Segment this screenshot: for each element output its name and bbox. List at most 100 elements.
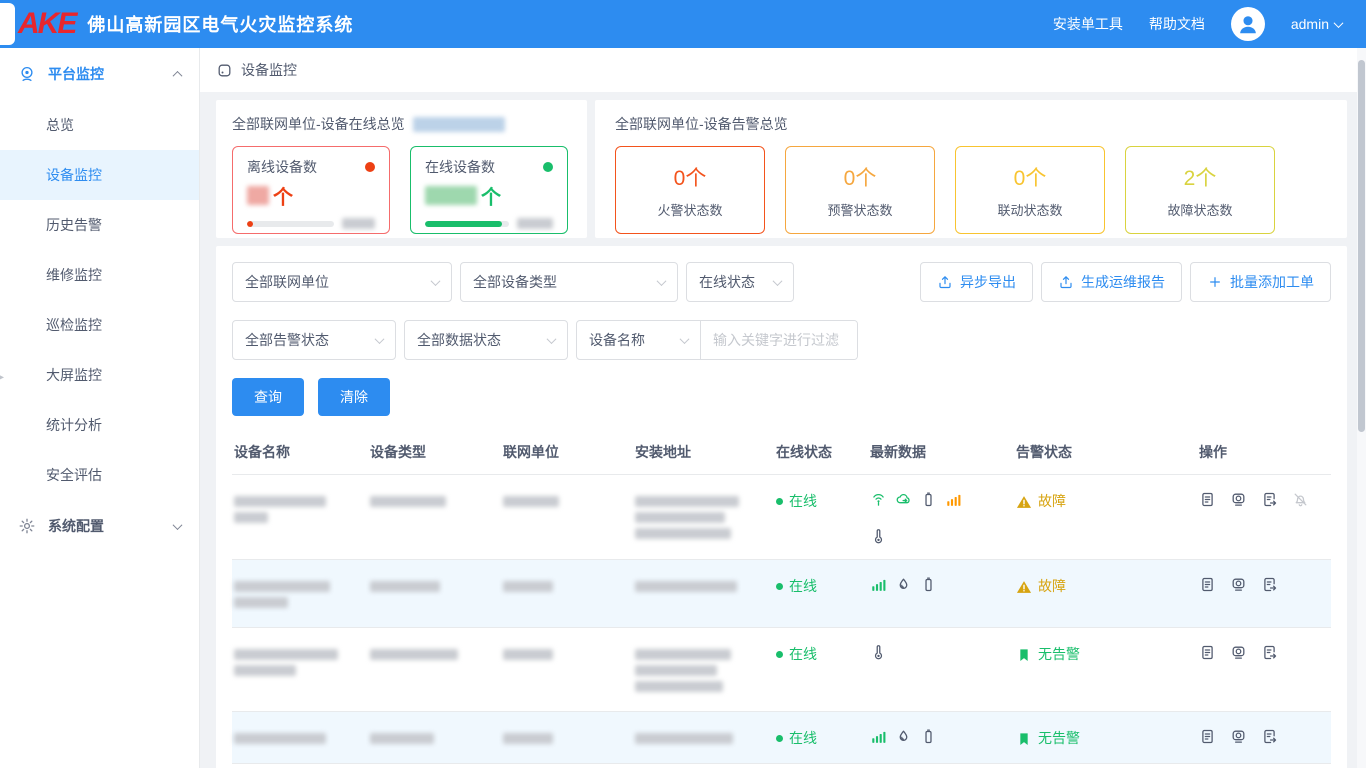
sidebar-item-5[interactable]: 大屏监控 bbox=[0, 350, 199, 400]
online-dot bbox=[776, 651, 783, 658]
logo-plate bbox=[0, 3, 15, 45]
async-export-button[interactable]: 异步导出 bbox=[920, 262, 1033, 302]
sidebar-item-2[interactable]: 历史告警 bbox=[0, 200, 199, 250]
cell-online-status: 在线 bbox=[774, 712, 868, 763]
sidebar: 平台监控 总览设备监控历史告警维修监控巡检监控大屏监控统计分析安全评估 系统配置… bbox=[0, 48, 200, 768]
table-row: 在线故障 bbox=[232, 560, 1331, 628]
username: admin bbox=[1291, 16, 1329, 32]
cell-online-status: 在线 bbox=[774, 560, 868, 611]
button-label: 异步导出 bbox=[960, 272, 1016, 292]
filter-select-row2-1[interactable]: 全部数据状态 bbox=[404, 320, 568, 360]
column-header: 设备名称 bbox=[232, 432, 368, 474]
breadcrumb: 设备监控 bbox=[200, 48, 1366, 92]
doc-arrow-icon[interactable] bbox=[1261, 491, 1278, 508]
keyword-field-select[interactable]: 设备名称 bbox=[577, 321, 701, 359]
sidebar-item-1[interactable]: 设备监控 bbox=[0, 150, 199, 200]
user-menu[interactable]: admin bbox=[1291, 16, 1342, 32]
button-label: 生成运维报告 bbox=[1081, 272, 1165, 292]
online-dot bbox=[776, 583, 783, 590]
thermometer-icon bbox=[870, 644, 887, 661]
query-button[interactable]: 查询 bbox=[232, 378, 304, 416]
doc-icon[interactable] bbox=[1199, 576, 1216, 593]
doc-icon[interactable] bbox=[1199, 491, 1216, 508]
doc-arrow-icon[interactable] bbox=[1261, 728, 1278, 745]
header-link-help-docs[interactable]: 帮助文档 bbox=[1149, 14, 1205, 34]
table-body: 在线故障在线故障在线无告警在线无告警 bbox=[232, 475, 1331, 764]
redacted-percent bbox=[342, 218, 375, 229]
generate-report-button[interactable]: 生成运维报告 bbox=[1041, 262, 1182, 302]
avatar[interactable] bbox=[1231, 7, 1265, 41]
offline-status-dot bbox=[365, 162, 375, 172]
camera-icon[interactable] bbox=[1230, 491, 1247, 508]
warning-icon bbox=[1016, 579, 1032, 595]
alarm-count: 0个 bbox=[1014, 162, 1047, 192]
sidebar-group-system-config[interactable]: 系统配置 bbox=[0, 500, 199, 552]
redacted-percent bbox=[517, 218, 553, 229]
filter-select-row2-0[interactable]: 全部告警状态 bbox=[232, 320, 396, 360]
wireless-icon bbox=[870, 491, 887, 508]
redacted-text bbox=[503, 649, 553, 660]
sidebar-group-label: 系统配置 bbox=[48, 516, 104, 536]
battery-icon bbox=[920, 491, 937, 508]
column-header: 最新数据 bbox=[868, 432, 1014, 474]
bookmark-icon bbox=[1016, 647, 1032, 663]
online-device-card: 在线设备数 个 bbox=[410, 146, 568, 234]
offline-device-card: 离线设备数 个 bbox=[232, 146, 390, 234]
redacted-text bbox=[234, 733, 326, 744]
alarm-label: 预警状态数 bbox=[827, 200, 892, 219]
bell-mute-icon[interactable] bbox=[1292, 491, 1309, 508]
redacted-text bbox=[635, 649, 731, 660]
sidebar-items: 总览设备监控历史告警维修监控巡检监控大屏监控统计分析安全评估 bbox=[0, 100, 199, 500]
batch-workorder-button[interactable]: 批量添加工单 bbox=[1190, 262, 1331, 302]
doc-icon[interactable] bbox=[1199, 644, 1216, 661]
scrollbar-thumb[interactable] bbox=[1358, 60, 1365, 432]
device-online-overview-card: 全部联网单位-设备在线总览 离线设备数 个 bbox=[216, 100, 587, 238]
redacted-count bbox=[247, 186, 269, 205]
device-table: 设备名称设备类型联网单位安装地址在线状态最新数据告警状态操作 在线故障在线故障在… bbox=[232, 432, 1331, 764]
sidebar-item-4[interactable]: 巡检监控 bbox=[0, 300, 199, 350]
cell-operations bbox=[1199, 728, 1323, 745]
chevron-down-icon bbox=[375, 334, 385, 344]
header-link-install-tool[interactable]: 安装单工具 bbox=[1053, 14, 1123, 34]
sidebar-collapse-handle[interactable]: ▸ bbox=[0, 372, 4, 383]
sidebar-item-7[interactable]: 安全评估 bbox=[0, 450, 199, 500]
doc-arrow-icon[interactable] bbox=[1261, 644, 1278, 661]
doc-icon[interactable] bbox=[1199, 728, 1216, 745]
cell-latest-data bbox=[870, 644, 1006, 661]
app-logo: AKE bbox=[18, 9, 75, 39]
main-area: 设备监控 全部联网单位-设备在线总览 离线设备数 bbox=[200, 48, 1366, 768]
clear-button[interactable]: 清除 bbox=[318, 378, 390, 416]
filter-select-row1-2[interactable]: 在线状态 bbox=[686, 262, 794, 302]
signal-bars-green-icon bbox=[870, 728, 887, 745]
column-header: 在线状态 bbox=[774, 432, 868, 474]
redacted-text bbox=[503, 581, 553, 592]
chevron-down-icon bbox=[1334, 18, 1344, 28]
camera-icon[interactable] bbox=[1230, 728, 1247, 745]
cell-device-type bbox=[368, 560, 501, 611]
cell-install-address bbox=[633, 712, 774, 763]
sidebar-item-6[interactable]: 统计分析 bbox=[0, 400, 199, 450]
alarm-overview-title: 全部联网单位-设备告警总览 bbox=[615, 114, 788, 134]
online-progress-bar bbox=[425, 221, 509, 227]
select-value: 在线状态 bbox=[699, 272, 755, 292]
camera-icon[interactable] bbox=[1230, 576, 1247, 593]
select-value: 全部设备类型 bbox=[473, 272, 557, 292]
cell-operations bbox=[1199, 576, 1323, 593]
camera-icon[interactable] bbox=[1230, 644, 1247, 661]
sidebar-item-0[interactable]: 总览 bbox=[0, 100, 199, 150]
keyword-input[interactable] bbox=[701, 321, 857, 359]
redacted-text bbox=[234, 512, 268, 523]
redacted-text bbox=[635, 496, 739, 507]
redacted-text bbox=[503, 733, 553, 744]
alarm-status-card-2: 0个联动状态数 bbox=[955, 146, 1105, 234]
offline-device-label: 离线设备数 bbox=[247, 157, 317, 177]
plus-icon bbox=[1207, 274, 1223, 290]
cell-alarm-status: 故障 bbox=[1016, 491, 1189, 512]
filter-select-row1-0[interactable]: 全部联网单位 bbox=[232, 262, 452, 302]
doc-arrow-icon[interactable] bbox=[1261, 576, 1278, 593]
sidebar-group-platform-monitor[interactable]: 平台监控 bbox=[0, 48, 199, 100]
page-title: 设备监控 bbox=[241, 60, 297, 80]
sidebar-item-3[interactable]: 维修监控 bbox=[0, 250, 199, 300]
button-label: 批量添加工单 bbox=[1230, 272, 1314, 292]
filter-select-row1-1[interactable]: 全部设备类型 bbox=[460, 262, 678, 302]
